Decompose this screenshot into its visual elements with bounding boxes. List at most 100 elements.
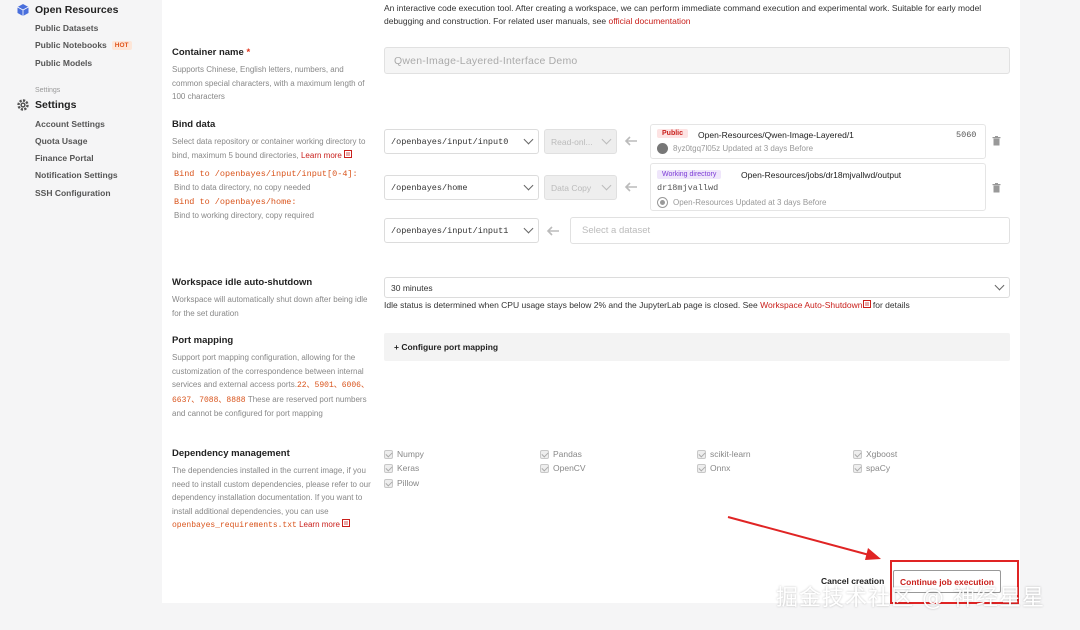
intro-text: An interactive code execution tool. Afte… (384, 2, 1004, 28)
dep-checkbox[interactable]: Pillow (384, 478, 419, 488)
dep-label: spaCy (866, 463, 891, 473)
container-name-input[interactable]: Qwen-Image-Layered-Interface Demo (384, 47, 1010, 74)
chevron-down-icon (523, 180, 534, 191)
card-meta-text: Open-Resources Updated at 3 days Before (673, 198, 827, 207)
sidebar-item-public-datasets[interactable]: Public Datasets (35, 23, 98, 33)
dep-checkbox[interactable]: Onnx (697, 463, 730, 473)
annotation-arrow (727, 516, 881, 560)
chevron-down-icon (601, 134, 612, 145)
checkbox-icon (384, 478, 393, 488)
field-title: Port mapping (172, 335, 234, 346)
dep-checkbox[interactable]: OpenCV (540, 463, 586, 473)
hot-badge: HOT (111, 40, 132, 50)
dep-label: Onnx (710, 463, 731, 473)
field-title: Container name * (172, 47, 374, 58)
sidebar-item-label: Public Models (35, 58, 93, 68)
dataset-card-working-dir[interactable]: Working directory Open-Resources/jobs/dr… (650, 163, 986, 211)
select-value: Read-onl... (551, 136, 593, 147)
field-desc: Supports Chinese, English letters, numbe… (172, 65, 365, 101)
dep-label: scikit-learn (710, 449, 751, 459)
dep-label: Keras (397, 463, 420, 473)
select-value: /openbayes/input/input1 (391, 225, 509, 236)
checkbox-icon (853, 463, 862, 473)
dep-checkbox[interactable]: Xgboost (853, 449, 897, 459)
auto-shutdown-link-text: Workspace Auto-Shutdown (760, 300, 863, 310)
external-doc-icon (862, 300, 871, 308)
field-desc: Workspace will automatically shut down a… (172, 295, 368, 318)
sidebar-item-label: Public Notebooks (35, 40, 107, 50)
bind-mode-select[interactable]: Read-onl... (544, 129, 617, 154)
watermark: 掘金技术社区 @ 神经星星 (776, 586, 1045, 611)
sidebar-item-label: Notification Settings (35, 170, 118, 180)
card-meta: Open-Resources Updated at 3 days Before (657, 197, 826, 208)
dep-label: Pandas (553, 449, 582, 459)
configure-port-mapping-button[interactable]: + Configure port mapping (384, 333, 1010, 361)
learn-more-link[interactable]: Learn more (300, 149, 353, 160)
dep-checkbox[interactable]: Numpy (384, 449, 424, 459)
select-value: Data Copy (551, 182, 592, 193)
sidebar-item-label: Public Datasets (35, 23, 99, 33)
bind-path-select[interactable]: /openbayes/home (384, 175, 539, 200)
dataset-card-public[interactable]: Public Open-Resources/Qwen-Image-Layered… (650, 124, 986, 159)
dep-label: Numpy (397, 449, 424, 459)
arrow-left-icon (546, 226, 559, 236)
card-id: dr18mjvallwd (657, 183, 719, 193)
bind-path-select[interactable]: /openbayes/input/input1 (384, 218, 539, 243)
external-doc-icon (342, 519, 351, 527)
dep-checkbox[interactable]: scikit-learn (697, 449, 751, 459)
deps-desc: The dependencies installed in the curren… (172, 466, 371, 516)
field-title: Bind data (172, 119, 216, 130)
nav-group-title: Open Resources (35, 4, 119, 16)
user-icon (657, 197, 668, 208)
auto-shutdown-link[interactable]: Workspace Auto-Shutdown (760, 300, 871, 310)
learn-more-link[interactable]: Learn more (299, 519, 351, 529)
dep-checkbox[interactable]: spaCy (853, 463, 890, 473)
card-title: Open-Resources/Qwen-Image-Layered/1 (698, 130, 854, 140)
sidebar-item-label: Quota Usage (35, 136, 88, 146)
learn-more-text: Learn more (300, 150, 342, 160)
field-desc: Select data repository or container work… (172, 135, 374, 162)
chevron-down-icon (994, 280, 1005, 291)
sidebar-item-ssh-configuration[interactable]: SSH Configuration (35, 188, 111, 198)
bind-path-select[interactable]: /openbayes/input/input0 (384, 129, 539, 154)
trash-icon[interactable] (992, 136, 1001, 146)
cube-icon (17, 4, 29, 16)
create-workspace-form: An interactive code execution tool. Afte… (162, 0, 1020, 603)
select-value: /openbayes/input/input0 (391, 136, 509, 147)
sidebar-item-public-models[interactable]: Public Models (35, 58, 92, 68)
idle-duration-select[interactable]: 30 minutes (384, 277, 1010, 298)
section-label: Settings (35, 87, 61, 94)
learn-more-text: Learn more (299, 520, 340, 529)
deps-label-col: Dependency management The dependencies i… (172, 448, 374, 533)
arrow-left-icon (624, 136, 637, 146)
bind-mode-select[interactable]: Data Copy (544, 175, 617, 200)
sidebar-item-notification-settings[interactable]: Notification Settings (35, 170, 118, 180)
nav-group-settings[interactable]: Settings (16, 98, 76, 112)
trash-icon[interactable] (992, 183, 1001, 193)
sidebar-item-account-settings[interactable]: Account Settings (35, 119, 105, 129)
idle-note-end: for details (872, 300, 910, 310)
sidebar-item-finance-portal[interactable]: Finance Portal (35, 153, 94, 163)
field-desc: Support port mapping configuration, allo… (172, 351, 374, 421)
checkbox-icon (697, 449, 706, 459)
dep-checkbox[interactable]: Keras (384, 463, 419, 473)
sidebar-item-public-notebooks[interactable]: Public Notebooks HOT (35, 40, 132, 50)
dep-label: OpenCV (553, 463, 586, 473)
dep-checkbox[interactable]: Pandas (540, 449, 582, 459)
sidebar-item-label: SSH Configuration (35, 188, 111, 198)
chevron-down-icon (523, 134, 534, 145)
nav-group-open-resources[interactable]: Open Resources (16, 3, 118, 17)
idle-note-text: Idle status is determined when CPU usage… (384, 300, 758, 310)
avatar (657, 143, 668, 154)
idle-note: Idle status is determined when CPU usage… (384, 300, 910, 310)
sidebar-item-label: Finance Portal (35, 153, 94, 163)
sidebar: Open Resources Public Datasets Public No… (0, 0, 162, 630)
arrow-left-icon (624, 182, 637, 192)
select-value: /openbayes/home (391, 182, 468, 193)
select-dataset-input[interactable]: Select a dataset (570, 217, 1010, 244)
idle-label-col: Workspace idle auto-shutdown Workspace w… (172, 277, 374, 320)
sidebar-item-quota-usage[interactable]: Quota Usage (35, 136, 87, 146)
card-title: Open-Resources/jobs/dr18mjvallwd/output (741, 170, 902, 180)
official-docs-link[interactable]: official documentation (608, 16, 690, 26)
card-meta-text: 8yz0tgq7l05z Updated at 3 days Before (673, 144, 814, 153)
